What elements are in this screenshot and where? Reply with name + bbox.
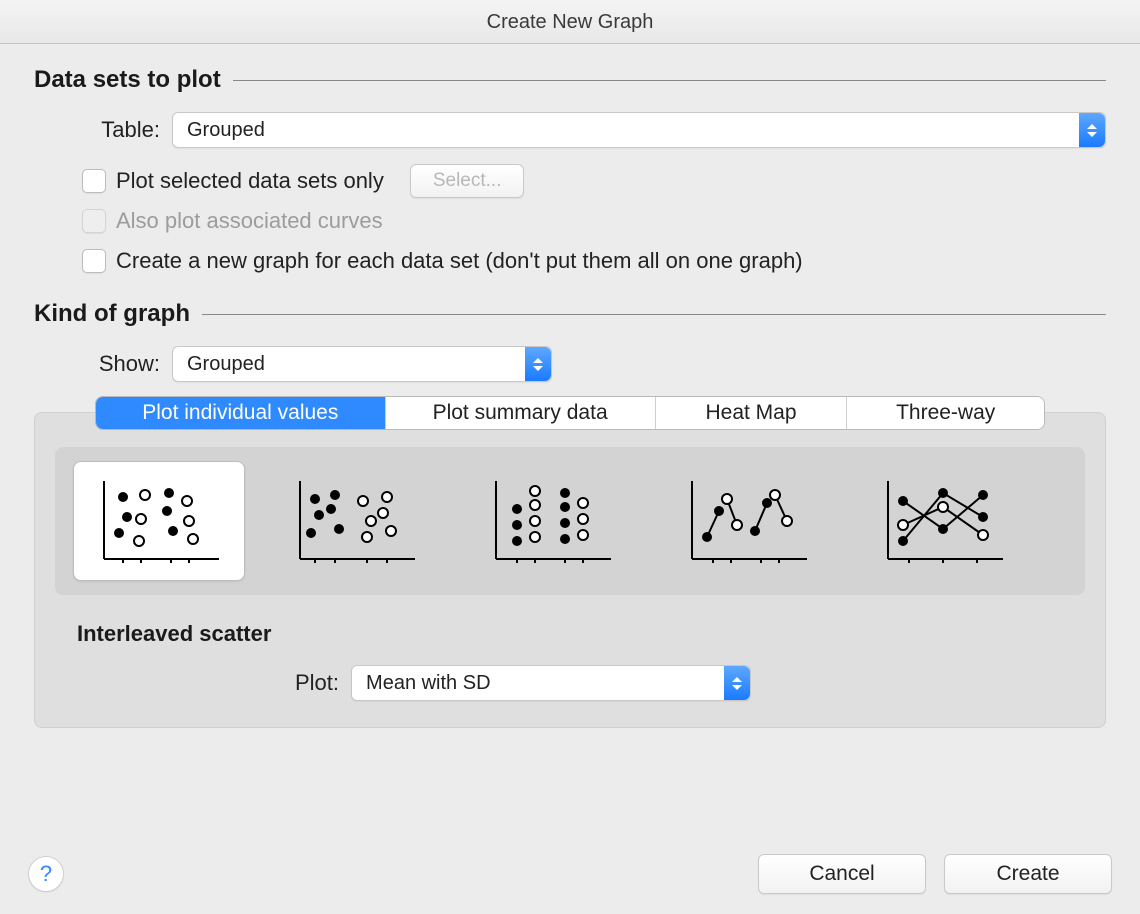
show-select-value: Grouped: [187, 353, 265, 376]
selected-style-label: Interleaved scatter: [77, 621, 1105, 647]
multi-connected-scatter-icon: [873, 471, 1013, 571]
graph-thumbnails: [55, 447, 1085, 595]
section-kind-label: Kind of graph: [34, 300, 190, 328]
tab-summary-data[interactable]: Plot summary data: [386, 397, 656, 429]
stepper-icon: [1079, 113, 1105, 147]
graph-tabs: Plot individual values Plot summary data…: [95, 396, 1045, 430]
tab-individual-values[interactable]: Plot individual values: [96, 397, 386, 429]
window-title: Create New Graph: [0, 0, 1140, 44]
new-graph-checkbox[interactable]: [82, 249, 106, 273]
divider: [202, 314, 1106, 315]
show-select[interactable]: Grouped: [172, 346, 552, 382]
separated-scatter-icon: [285, 471, 425, 571]
also-plot-checkbox: [82, 209, 106, 233]
stepper-icon: [525, 347, 551, 381]
select-button[interactable]: Select...: [410, 164, 525, 198]
tab-heat-map[interactable]: Heat Map: [656, 397, 848, 429]
divider: [233, 80, 1106, 81]
connected-scatter-icon: [677, 471, 817, 571]
create-button[interactable]: Create: [944, 854, 1112, 894]
help-button[interactable]: ?: [28, 856, 64, 892]
interleaved-scatter-icon: [89, 471, 229, 571]
plot-select-value: Mean with SD: [366, 672, 491, 695]
show-label: Show:: [74, 351, 160, 377]
stacked-scatter-icon: [481, 471, 621, 571]
tab-three-way[interactable]: Three-way: [847, 397, 1044, 429]
plot-selected-label: Plot selected data sets only: [116, 168, 384, 194]
plot-selected-checkbox[interactable]: [82, 169, 106, 193]
table-label: Table:: [74, 117, 160, 143]
thumb-stacked-scatter[interactable]: [465, 461, 637, 581]
thumb-multi-connected-scatter[interactable]: [857, 461, 1029, 581]
stepper-icon: [724, 666, 750, 700]
section-datasets-label: Data sets to plot: [34, 66, 221, 94]
table-select-value: Grouped: [187, 119, 265, 142]
thumb-interleaved-scatter[interactable]: [73, 461, 245, 581]
plot-label: Plot:: [295, 670, 339, 696]
thumb-separated-scatter[interactable]: [269, 461, 441, 581]
section-datasets-header: Data sets to plot: [34, 66, 1106, 94]
dialog-footer: ? Cancel Create: [0, 834, 1140, 914]
graph-style-panel: Plot individual values Plot summary data…: [34, 412, 1106, 728]
new-graph-label: Create a new graph for each data set (do…: [116, 248, 803, 274]
section-kind-header: Kind of graph: [34, 300, 1106, 328]
cancel-button[interactable]: Cancel: [758, 854, 926, 894]
thumb-connected-scatter[interactable]: [661, 461, 833, 581]
also-plot-label: Also plot associated curves: [116, 208, 383, 234]
table-select[interactable]: Grouped: [172, 112, 1106, 148]
plot-select[interactable]: Mean with SD: [351, 665, 751, 701]
